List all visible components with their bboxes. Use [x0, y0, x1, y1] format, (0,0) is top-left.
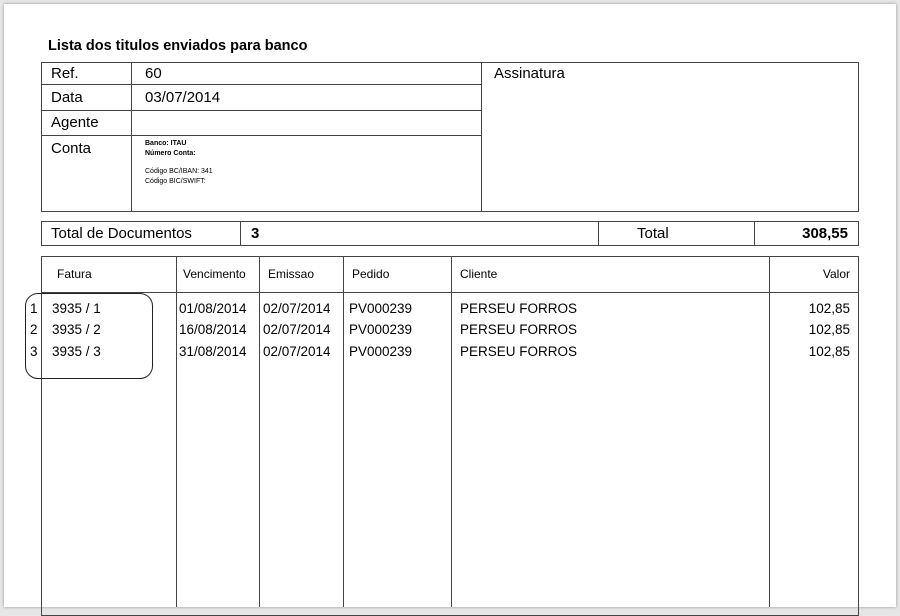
conta-bank: Banco: ITAU	[145, 140, 187, 147]
agente-label: Agente	[51, 114, 99, 131]
row-vencimento: 01/08/2014	[179, 301, 247, 316]
col-header-vencimento: Vencimento	[183, 267, 246, 281]
row-pedido: PV000239	[349, 344, 413, 359]
row-valor: 102,85	[808, 322, 850, 337]
col-header-emissao: Emissao	[268, 267, 315, 281]
ref-value: 60	[145, 65, 162, 82]
col-header-fatura: Fatura	[57, 267, 92, 281]
col-header-pedido: Pedido	[352, 267, 390, 281]
row-vencimento: 16/08/2014	[179, 322, 247, 337]
ref-label: Ref.	[51, 65, 79, 82]
conta-label: Conta	[51, 140, 92, 157]
row-pedido: PV000239	[349, 301, 413, 316]
row-cliente: PERSEU FORROS	[460, 322, 578, 337]
row-valor: 102,85	[808, 344, 850, 359]
row-cliente: PERSEU FORROS	[460, 344, 578, 359]
total-value: 308,55	[802, 225, 848, 242]
row-vencimento: 31/08/2014	[179, 344, 247, 359]
row-valor: 102,85	[808, 301, 850, 316]
fatura-highlight-callout	[25, 293, 153, 379]
page-title: Lista dos titulos enviados para banco	[48, 38, 308, 54]
data-value: 03/07/2014	[145, 89, 221, 106]
row-pedido: PV000239	[349, 322, 413, 337]
row-emissao: 02/07/2014	[263, 322, 331, 337]
total-docs-value: 3	[251, 225, 260, 242]
row-cliente: PERSEU FORROS	[460, 301, 578, 316]
assinatura-label: Assinatura	[494, 65, 565, 82]
total-docs-label: Total de Documentos	[51, 225, 192, 242]
data-label: Data	[51, 89, 83, 106]
conta-iban: Código BC/IBAN: 341	[145, 168, 213, 175]
conta-swift: Código BIC/SWIFT:	[145, 178, 206, 185]
col-header-valor: Valor	[822, 267, 850, 281]
total-label: Total	[637, 225, 669, 242]
row-emissao: 02/07/2014	[263, 301, 331, 316]
row-emissao: 02/07/2014	[263, 344, 331, 359]
col-header-cliente: Cliente	[460, 267, 498, 281]
conta-number: Número Conta:	[145, 150, 196, 157]
